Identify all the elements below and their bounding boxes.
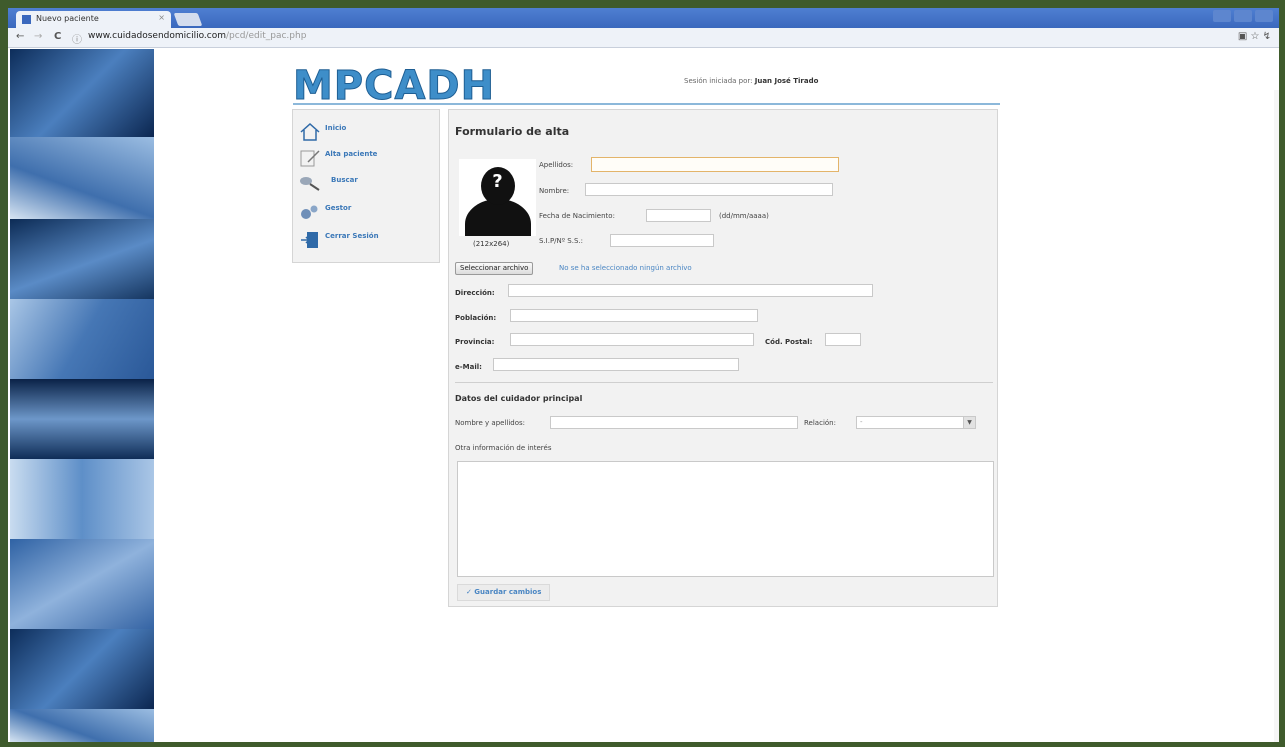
relacion-select[interactable]: - ▼ bbox=[856, 416, 976, 429]
chevron-down-icon: ▼ bbox=[963, 417, 975, 428]
poblacion-label: Población: bbox=[455, 314, 497, 322]
address-bar[interactable]: www.cuidadosendomicilio.com/pcd/edit_pac… bbox=[88, 31, 306, 41]
window-controls bbox=[1213, 10, 1273, 22]
search-icon bbox=[299, 174, 321, 194]
bookmark-star-icon[interactable]: ▣ ☆ ↯ bbox=[1238, 31, 1271, 42]
sidebar-item-label: Inicio bbox=[325, 124, 347, 132]
sidebar-item-cerrar-sesion[interactable]: Cerrar Sesión bbox=[299, 230, 379, 252]
close-tab-icon[interactable]: × bbox=[158, 13, 165, 22]
apellidos-field[interactable] bbox=[591, 157, 839, 172]
caregiver-name-field[interactable] bbox=[550, 416, 798, 429]
caregiver-section-title: Datos del cuidador principal bbox=[455, 394, 583, 403]
forward-icon[interactable]: → bbox=[34, 31, 42, 42]
direccion-field[interactable] bbox=[508, 284, 873, 297]
cod-postal-label: Cód. Postal: bbox=[765, 338, 813, 346]
cod-postal-field[interactable] bbox=[825, 333, 861, 346]
form-panel: Formulario de alta ? (212x264) Apellidos… bbox=[448, 109, 998, 607]
sidebar-item-buscar[interactable]: Buscar bbox=[299, 174, 358, 196]
page-info-icon[interactable]: ⓘ bbox=[72, 31, 82, 46]
sidebar-item-label: Gestor bbox=[325, 204, 352, 212]
nombre-label: Nombre: bbox=[539, 187, 570, 195]
provincia-field[interactable] bbox=[510, 333, 754, 346]
minimize-button[interactable] bbox=[1213, 10, 1231, 22]
section-divider bbox=[455, 382, 993, 383]
browser-toolbar: ← → C ⓘ www.cuidadosendomicilio.com/pcd/… bbox=[8, 28, 1279, 48]
session-user: Juan José Tirado bbox=[754, 77, 819, 85]
page-title: Formulario de alta bbox=[455, 125, 570, 138]
close-window-button[interactable] bbox=[1255, 10, 1273, 22]
provincia-label: Provincia: bbox=[455, 338, 495, 346]
file-status-text: No se ha seleccionado ningún archivo bbox=[559, 264, 692, 272]
scrollbar-track[interactable] bbox=[1274, 90, 1279, 742]
edit-document-icon bbox=[299, 148, 321, 168]
apellidos-label: Apellidos: bbox=[539, 161, 574, 169]
relacion-selected-value: - bbox=[860, 418, 863, 426]
sidebar-item-gestor[interactable]: Gestor bbox=[299, 202, 351, 224]
logout-icon bbox=[299, 230, 321, 250]
sidebar-menu: Inicio Alta paciente Buscar Gestor Cerra… bbox=[292, 109, 440, 263]
back-icon[interactable]: ← bbox=[16, 31, 24, 42]
direccion-label: Dirección: bbox=[455, 289, 495, 297]
favicon-icon bbox=[22, 15, 31, 24]
maximize-button[interactable] bbox=[1234, 10, 1252, 22]
decorative-photo-strip bbox=[10, 49, 154, 742]
nombre-field[interactable] bbox=[585, 183, 833, 196]
sip-field[interactable] bbox=[610, 234, 714, 247]
home-icon bbox=[299, 122, 321, 142]
photo-size-label: (212x264) bbox=[473, 240, 510, 248]
browser-window: Nuevo paciente × ← → C ⓘ www.cuidadosend… bbox=[8, 8, 1279, 742]
email-label: e-Mail: bbox=[455, 363, 482, 371]
gears-icon bbox=[299, 202, 321, 222]
session-info: Sesión iniciada por: Juan José Tirado bbox=[684, 77, 818, 85]
sidebar-item-alta-paciente[interactable]: Alta paciente bbox=[299, 148, 377, 170]
tab-title: Nuevo paciente bbox=[36, 14, 99, 23]
sidebar-item-label: Cerrar Sesión bbox=[325, 232, 379, 240]
session-label: Sesión iniciada por: bbox=[684, 77, 753, 85]
email-field[interactable] bbox=[493, 358, 739, 371]
relacion-label: Relación: bbox=[804, 419, 836, 427]
poblacion-field[interactable] bbox=[510, 309, 758, 322]
web-page: MPCADH Sesión iniciada por: Juan José Ti… bbox=[8, 49, 1279, 742]
sidebar-item-inicio[interactable]: Inicio bbox=[299, 122, 346, 144]
sip-label: S.I.P/Nº S.S.: bbox=[539, 237, 583, 245]
reload-icon[interactable]: C bbox=[54, 31, 61, 42]
header-divider bbox=[293, 103, 1000, 105]
url-host: www.cuidadosendomicilio.com bbox=[88, 31, 227, 41]
caregiver-name-label: Nombre y apellidos: bbox=[455, 419, 526, 427]
new-tab-button[interactable] bbox=[173, 13, 203, 26]
sidebar-item-label: Buscar bbox=[331, 176, 358, 184]
browser-tab[interactable]: Nuevo paciente × bbox=[16, 11, 171, 28]
sidebar-item-label: Alta paciente bbox=[325, 150, 378, 158]
select-file-button[interactable]: Seleccionar archivo bbox=[455, 262, 534, 275]
tab-bar: Nuevo paciente × bbox=[8, 8, 1279, 28]
fecha-nacimiento-field[interactable] bbox=[646, 209, 711, 222]
fecha-format-hint: (dd/mm/aaaa) bbox=[719, 212, 769, 220]
unknown-user-icon: ? bbox=[492, 171, 503, 192]
patient-photo-placeholder: ? bbox=[459, 159, 536, 236]
other-info-label: Otra información de interés bbox=[455, 444, 552, 452]
fecha-nacimiento-label: Fecha de Nacimiento: bbox=[539, 212, 615, 220]
url-path: /pcd/edit_pac.php bbox=[226, 31, 307, 41]
other-info-textarea[interactable] bbox=[457, 461, 994, 577]
save-button[interactable]: ✓ Guardar cambios bbox=[457, 584, 551, 601]
